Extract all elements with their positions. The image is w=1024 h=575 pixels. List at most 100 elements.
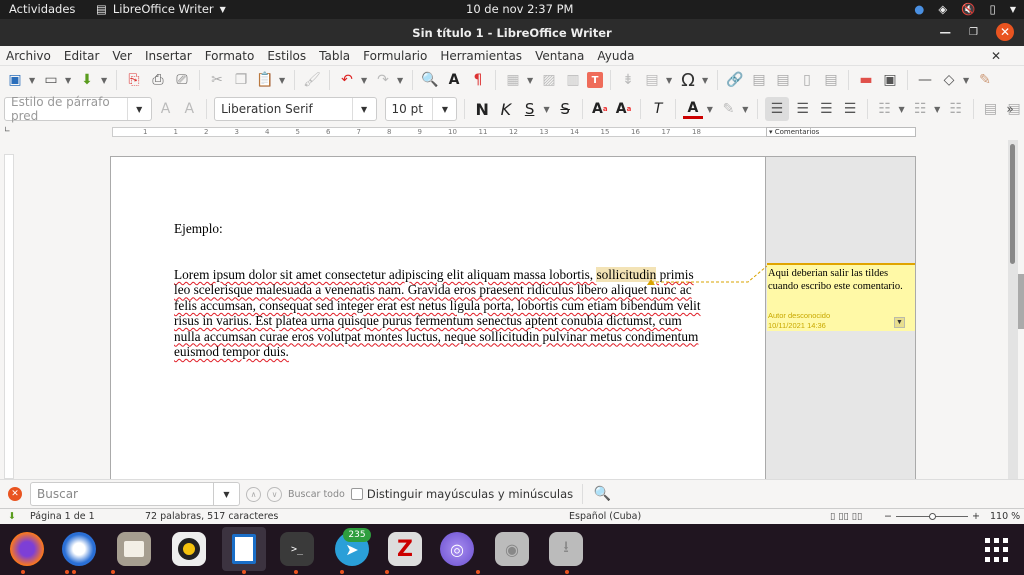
more-options-icon[interactable]: » (1000, 99, 1020, 119)
page-count[interactable]: Página 1 de 1 (30, 511, 95, 522)
search-history-dropdown[interactable]: ▼ (214, 482, 240, 506)
superscript-icon[interactable]: Aa (590, 99, 610, 119)
new-style-icon[interactable]: A (179, 99, 199, 119)
menu-archivo[interactable]: Archivo (6, 46, 51, 65)
insert-image-icon[interactable]: ▨ (539, 70, 559, 90)
font-size-select[interactable]: 10 pt ▼ (384, 97, 458, 121)
chevron-down-icon[interactable]: ▼ (1010, 5, 1016, 14)
chevron-down-icon[interactable]: ▼ (742, 105, 750, 114)
word-count[interactable]: 72 palabras, 517 caracteres (145, 511, 278, 522)
chevron-down-icon[interactable]: ▼ (279, 76, 287, 85)
subscript-icon[interactable]: Aa (614, 99, 634, 119)
update-style-icon[interactable]: A (156, 99, 176, 119)
redo-icon[interactable]: ↷ (373, 70, 393, 90)
cross-reference-icon[interactable]: ▤ (821, 70, 841, 90)
insert-textbox-icon[interactable]: T (587, 72, 603, 88)
underline-button[interactable]: S (520, 99, 540, 119)
chevron-down-icon[interactable]: ▼ (361, 76, 369, 85)
undo-icon[interactable]: ↶ (337, 70, 357, 90)
open-icon[interactable]: ▭ (41, 70, 61, 90)
menu-estilos[interactable]: Estilos (267, 46, 306, 65)
dock-zotero[interactable]: Z (388, 532, 422, 566)
menu-ver[interactable]: Ver (112, 46, 132, 65)
strikethrough-button[interactable]: S (555, 99, 575, 119)
find-replace-icon[interactable]: 🔍 (420, 70, 440, 90)
hyperlink-icon[interactable]: 🔗 (725, 70, 745, 90)
menu-insertar[interactable]: Insertar (145, 46, 192, 65)
chevron-down-icon[interactable]: ▼ (707, 105, 715, 114)
insert-field-icon[interactable]: ▤ (642, 70, 662, 90)
restore-button[interactable]: ❐ (969, 27, 978, 38)
formatting-marks-icon[interactable]: ¶ (468, 70, 488, 90)
sidebar-toggle[interactable] (1018, 274, 1024, 329)
save-icon[interactable]: ⬇ (77, 70, 97, 90)
dock-thunderbird[interactable] (62, 532, 96, 566)
dock-libreoffice-writer[interactable] (222, 527, 266, 571)
comment-menu-button[interactable]: ▼ (894, 317, 905, 328)
chevron-down-icon[interactable]: ▼ (65, 76, 73, 85)
app-indicator-icon[interactable]: ● (914, 2, 924, 16)
zoom-out-button[interactable]: − (884, 511, 892, 522)
cut-icon[interactable]: ✂ (207, 70, 227, 90)
draw-icon[interactable]: ✎ (975, 70, 995, 90)
menu-ayuda[interactable]: Ayuda (597, 46, 634, 65)
wifi-icon[interactable]: ◈ (938, 2, 947, 16)
export-pdf-icon[interactable]: ⎘ (124, 70, 144, 90)
dock-rhythmbox[interactable] (172, 532, 206, 566)
clock[interactable]: 10 de nov 2:37 PM (466, 2, 573, 16)
close-find-bar-button[interactable]: ✕ (8, 487, 22, 501)
app-menu[interactable]: ▤ LibreOffice Writer ▼ (96, 2, 226, 16)
match-case-checkbox[interactable] (350, 488, 363, 500)
print-preview-icon[interactable]: ⎚ (172, 70, 192, 90)
bullet-list-icon[interactable]: ☷ (875, 99, 895, 119)
insert-table-icon[interactable]: ▦ (503, 70, 523, 90)
system-tray[interactable]: ● ◈ 🔇 ▯ ▼ (914, 2, 1016, 16)
menu-formato[interactable]: Formato (205, 46, 255, 65)
chevron-down-icon[interactable]: ▼ (101, 76, 109, 85)
document-paragraph[interactable]: Lorem ipsum dolor sit amet consectetur a… (174, 267, 702, 359)
chevron-down-icon[interactable]: ▼ (963, 76, 971, 85)
comment-box[interactable]: Aqui deberian salir las tildes cuando es… (767, 263, 915, 331)
zoom-slider[interactable] (896, 513, 968, 520)
view-layout-icons[interactable]: ▯ ▯▯ ▯▯ (830, 511, 862, 522)
track-changes-icon[interactable]: ▣ (880, 70, 900, 90)
chevron-down-icon[interactable]: ▼ (126, 98, 151, 120)
chevron-down-icon[interactable]: ▼ (351, 98, 376, 120)
font-color-icon[interactable]: A (683, 99, 703, 119)
numbered-list-icon[interactable]: ☷ (910, 99, 930, 119)
menu-herramientas[interactable]: Herramientas (440, 46, 522, 65)
page-break-icon[interactable]: ⇟ (618, 70, 638, 90)
basic-shapes-icon[interactable]: ◇ (939, 70, 959, 90)
copy-icon[interactable]: ❐ (231, 70, 251, 90)
tab-stop-icon[interactable]: ∟ (4, 125, 11, 134)
chevron-down-icon[interactable]: ▼ (666, 76, 674, 85)
document-heading[interactable]: Ejemplo: (174, 221, 223, 236)
align-left-button[interactable]: ☰ (765, 97, 789, 121)
align-center-button[interactable]: ☰ (793, 99, 813, 119)
menu-formulario[interactable]: Formulario (363, 46, 427, 65)
footnote-icon[interactable]: ▤ (749, 70, 769, 90)
search-input[interactable]: Buscar (30, 482, 214, 506)
dock-files[interactable] (117, 532, 151, 566)
show-applications-button[interactable] (985, 538, 1009, 562)
find-previous-button[interactable]: ∧ (246, 486, 261, 502)
dock-disk[interactable]: ◉ (495, 532, 529, 566)
horizontal-ruler[interactable]: ∟ 1 1 2 3 4 5 6 7 8 9 10 11 12 13 14 15 16 17 18 ▾ Comenta… (0, 124, 1024, 140)
italic-button[interactable]: K (496, 99, 516, 119)
find-next-button[interactable]: ∨ (267, 486, 282, 502)
close-document-button[interactable]: ✕ (991, 46, 1001, 66)
chevron-down-icon[interactable]: ▼ (543, 105, 551, 114)
dock-network-browser[interactable]: ◎ (440, 532, 474, 566)
menu-editar[interactable]: Editar (64, 46, 100, 65)
clone-formatting-icon[interactable]: 🖌 (302, 70, 322, 90)
menu-tabla[interactable]: Tabla (319, 46, 350, 65)
chevron-down-icon[interactable]: ▼ (899, 105, 907, 114)
dock-usb[interactable]: ⭳ (549, 532, 583, 566)
close-window-button[interactable]: ✕ (996, 23, 1014, 41)
menu-ventana[interactable]: Ventana (535, 46, 584, 65)
find-all-button[interactable]: Buscar todo (288, 489, 345, 500)
insert-chart-icon[interactable]: ▥ (563, 70, 583, 90)
language[interactable]: Español (Cuba) (569, 511, 641, 522)
font-name-select[interactable]: Liberation Serif ▼ (214, 97, 377, 121)
spelling-icon[interactable]: A (444, 70, 464, 90)
